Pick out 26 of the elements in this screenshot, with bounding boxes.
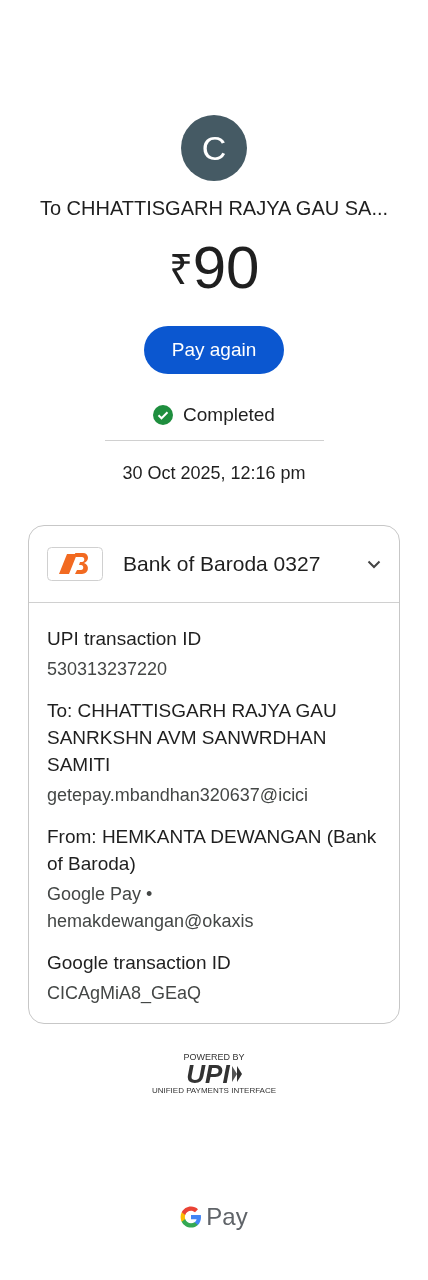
google-g-icon [180, 1206, 203, 1228]
detail-title: From: HEMKANTA DEWANGAN (Bank of Baroda) [47, 825, 378, 876]
detail-value: 530313237220 [47, 658, 168, 681]
powered-by-label: POWERED BY [183, 1052, 245, 1062]
bank-logo-icon [47, 547, 103, 581]
amount: 90 [192, 232, 260, 302]
detail-value: hemakdewangan@okaxis [47, 910, 254, 933]
bank-account-name: Bank of Baroda 0327 [123, 552, 322, 576]
detail-value: Google Pay • [47, 883, 153, 906]
detail-value: getepay.mbandhan320637@icici [47, 784, 309, 807]
upi-arrow-icon [231, 1066, 242, 1082]
pay-again-button[interactable]: Pay again [144, 326, 284, 374]
upi-tagline: UNIFIED PAYMENTS INTERFACE [151, 1086, 277, 1095]
chevron-down-icon[interactable] [367, 559, 381, 569]
bank-account-row[interactable]: Bank of Baroda 0327 [29, 526, 399, 603]
transaction-date: 30 Oct 2025, 12:16 pm [122, 463, 306, 484]
currency-symbol: ₹ [168, 244, 193, 295]
avatar: C [181, 115, 247, 181]
google-pay-logo-text: Pay [206, 1203, 248, 1231]
detail-title: Google transaction ID [47, 951, 232, 975]
detail-title: To: CHHATTISGARH RAJYA GAU SANRKSHN AVM SANWRDHAN SAMITI [47, 699, 338, 777]
status-label: Completed [183, 404, 275, 426]
detail-value: CICAgMiA8_GEaQ [47, 982, 202, 1006]
upi-logo-text: UPI [186, 1062, 230, 1086]
recipient-name: To CHHATTISGARH RAJYA GAU SA... [39, 197, 389, 220]
detail-title: UPI transaction ID [47, 627, 203, 651]
